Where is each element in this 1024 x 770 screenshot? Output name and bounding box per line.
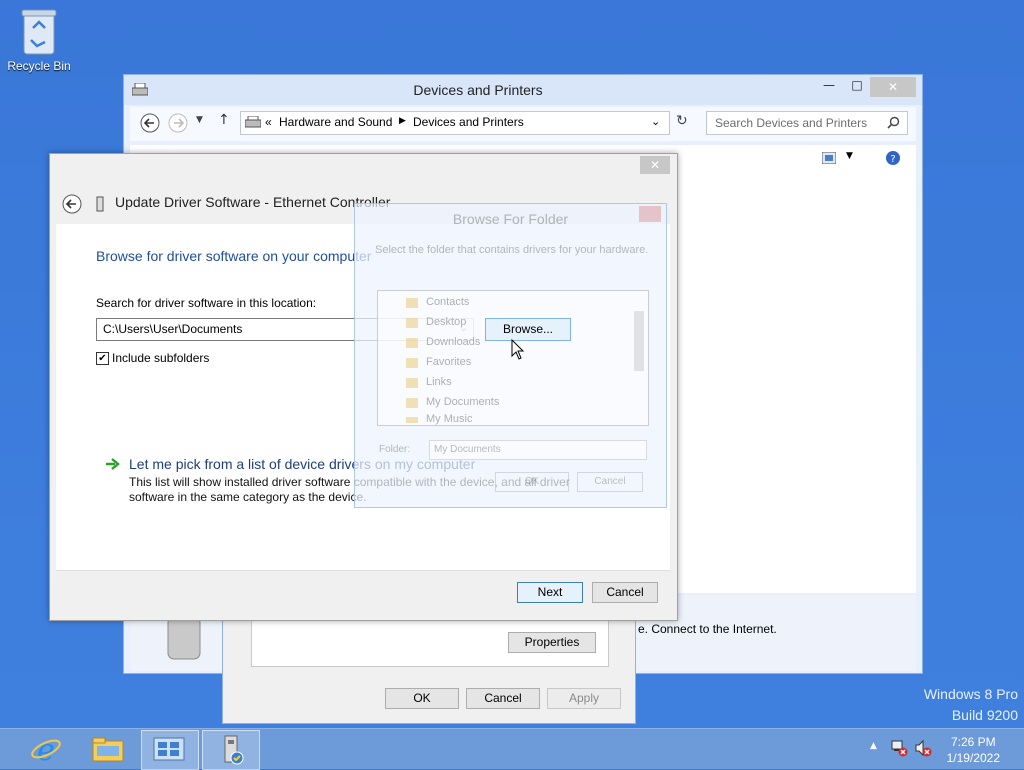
devices-titlebar: Devices and Printers — □ ✕ (124, 75, 922, 105)
devices-title: Devices and Printers (413, 82, 543, 98)
show-hidden-icons[interactable]: ▲ (870, 741, 877, 751)
forward-icon[interactable] (168, 113, 188, 133)
printer-small-icon (245, 116, 261, 128)
folder-item[interactable]: Links (426, 376, 452, 388)
search-placeholder: Search Devices and Printers (715, 116, 868, 130)
volume-muted-icon[interactable] (914, 739, 932, 757)
properties-panel: Properties (251, 619, 609, 667)
control-panel-icon (153, 737, 185, 761)
driver-path-value: C:\Users\User\Documents (103, 322, 243, 336)
address-dropdown-icon[interactable]: ⌄ (651, 115, 660, 128)
folder-icon (406, 417, 418, 423)
browse-folder-instruction: Select the folder that contains drivers … (375, 244, 649, 256)
folder-item[interactable]: My Documents (426, 396, 499, 408)
maximize-button[interactable]: □ (842, 75, 872, 95)
recycle-bin-icon (21, 9, 57, 55)
folder-item[interactable]: Favorites (426, 356, 471, 368)
wizard-close-button[interactable]: ✕ (640, 156, 670, 174)
green-arrow-icon (106, 458, 120, 470)
browse-folder-close-button[interactable] (639, 206, 661, 222)
recent-locations-icon[interactable]: ▼ (196, 115, 203, 125)
folder-item[interactable]: Contacts (426, 296, 469, 308)
close-button[interactable]: ✕ (870, 77, 916, 97)
browse-folder-ok-button[interactable]: OK (495, 472, 569, 492)
taskbar-control-panel[interactable] (141, 730, 199, 770)
wizard-heading: Browse for driver software on your compu… (96, 248, 372, 264)
folder-item[interactable]: Desktop (426, 316, 466, 328)
folder-item[interactable]: My Music (426, 413, 472, 425)
internet-explorer-icon: e (31, 734, 61, 764)
include-subfolders-checkbox[interactable]: ✔ (96, 352, 109, 365)
device-installer-icon (224, 735, 244, 765)
search-input[interactable]: Search Devices and Printers (706, 111, 908, 135)
folder-name-input[interactable]: My Documents (429, 440, 647, 460)
help-icon[interactable]: ? (885, 150, 901, 166)
breadcrumb-separator: « (265, 115, 272, 129)
wizard-back-icon[interactable] (62, 194, 82, 214)
recycle-bin[interactable]: Recycle Bin (6, 6, 72, 76)
folder-label: Folder: (379, 444, 411, 455)
address-bar: ▼ ↑ « Hardware and Sound ▶ Devices and P… (130, 107, 916, 141)
breadcrumb-devices-and-printers[interactable]: Devices and Printers (413, 115, 524, 129)
address-box[interactable]: « Hardware and Sound ▶ Devices and Print… (240, 111, 670, 135)
search-location-label: Search for driver software in this locat… (96, 296, 317, 310)
minimize-button[interactable]: — (814, 75, 844, 95)
clock-time: 7:26 PM (950, 735, 996, 749)
browse-folder-cancel-button[interactable]: Cancel (577, 472, 643, 492)
network-icon[interactable] (890, 739, 908, 757)
taskbar-internet-explorer[interactable]: e (18, 730, 74, 768)
folder-icon (406, 318, 418, 328)
breadcrumb-hardware-and-sound[interactable]: Hardware and Sound (279, 115, 392, 129)
breadcrumb-chevron-icon[interactable]: ▶ (399, 116, 406, 126)
folder-icon (406, 358, 418, 368)
details-text: e. Connect to the Internet. (638, 622, 777, 636)
taskbar-device-manager[interactable] (202, 730, 260, 770)
view-dropdown-icon[interactable]: ▼ (846, 151, 853, 161)
back-icon[interactable] (140, 113, 160, 133)
ok-button[interactable]: OK (385, 688, 459, 709)
svg-text:?: ? (890, 154, 895, 165)
next-button[interactable]: Next (517, 582, 583, 603)
properties-cancel-button[interactable]: Cancel (466, 688, 540, 709)
device-icon (167, 616, 201, 660)
folder-icon (406, 298, 418, 308)
browse-folder-title: Browse For Folder (452, 211, 569, 227)
os-build: Build 9200 (951, 707, 1018, 723)
os-name: Windows 8 Pro (923, 686, 1018, 702)
include-subfolders-label: Include subfolders (112, 351, 210, 365)
search-icon[interactable] (887, 116, 900, 129)
folder-name-value: My Documents (434, 444, 501, 455)
taskbar: e ▲ 7:26 PM 1/19/2022 (0, 728, 1024, 770)
checkmark-icon: ✔ (98, 353, 107, 364)
refresh-icon[interactable]: ↻ (676, 113, 688, 129)
wizard-footer: Next Cancel (56, 570, 670, 615)
change-view-icon[interactable] (822, 152, 836, 164)
svg-text:e: e (37, 734, 55, 764)
properties-dialog: Properties OK Cancel Apply (222, 612, 636, 724)
file-explorer-icon (92, 737, 124, 762)
tree-scrollbar[interactable] (634, 311, 644, 371)
up-icon[interactable]: ↑ (218, 112, 230, 128)
folder-icon (406, 378, 418, 388)
windows-watermark: Windows 8 Pro Build 9200 (924, 684, 1018, 726)
system-clock[interactable]: 7:26 PM 1/19/2022 (947, 734, 1000, 766)
recycle-bin-label: Recycle Bin (7, 59, 71, 73)
folder-item[interactable]: Downloads (426, 336, 480, 348)
mouse-cursor-icon (511, 339, 525, 360)
properties-button[interactable]: Properties (508, 632, 596, 653)
folder-icon (406, 398, 418, 408)
ethernet-device-icon (96, 196, 104, 212)
browse-button[interactable]: Browse... (485, 318, 571, 341)
wizard-cancel-button[interactable]: Cancel (592, 582, 658, 603)
taskbar-file-explorer[interactable] (80, 730, 136, 768)
wizard-title: Update Driver Software - Ethernet Contro… (115, 194, 391, 210)
folder-icon (406, 338, 418, 348)
apply-button[interactable]: Apply (547, 688, 621, 709)
clock-date: 1/19/2022 (946, 751, 1000, 765)
